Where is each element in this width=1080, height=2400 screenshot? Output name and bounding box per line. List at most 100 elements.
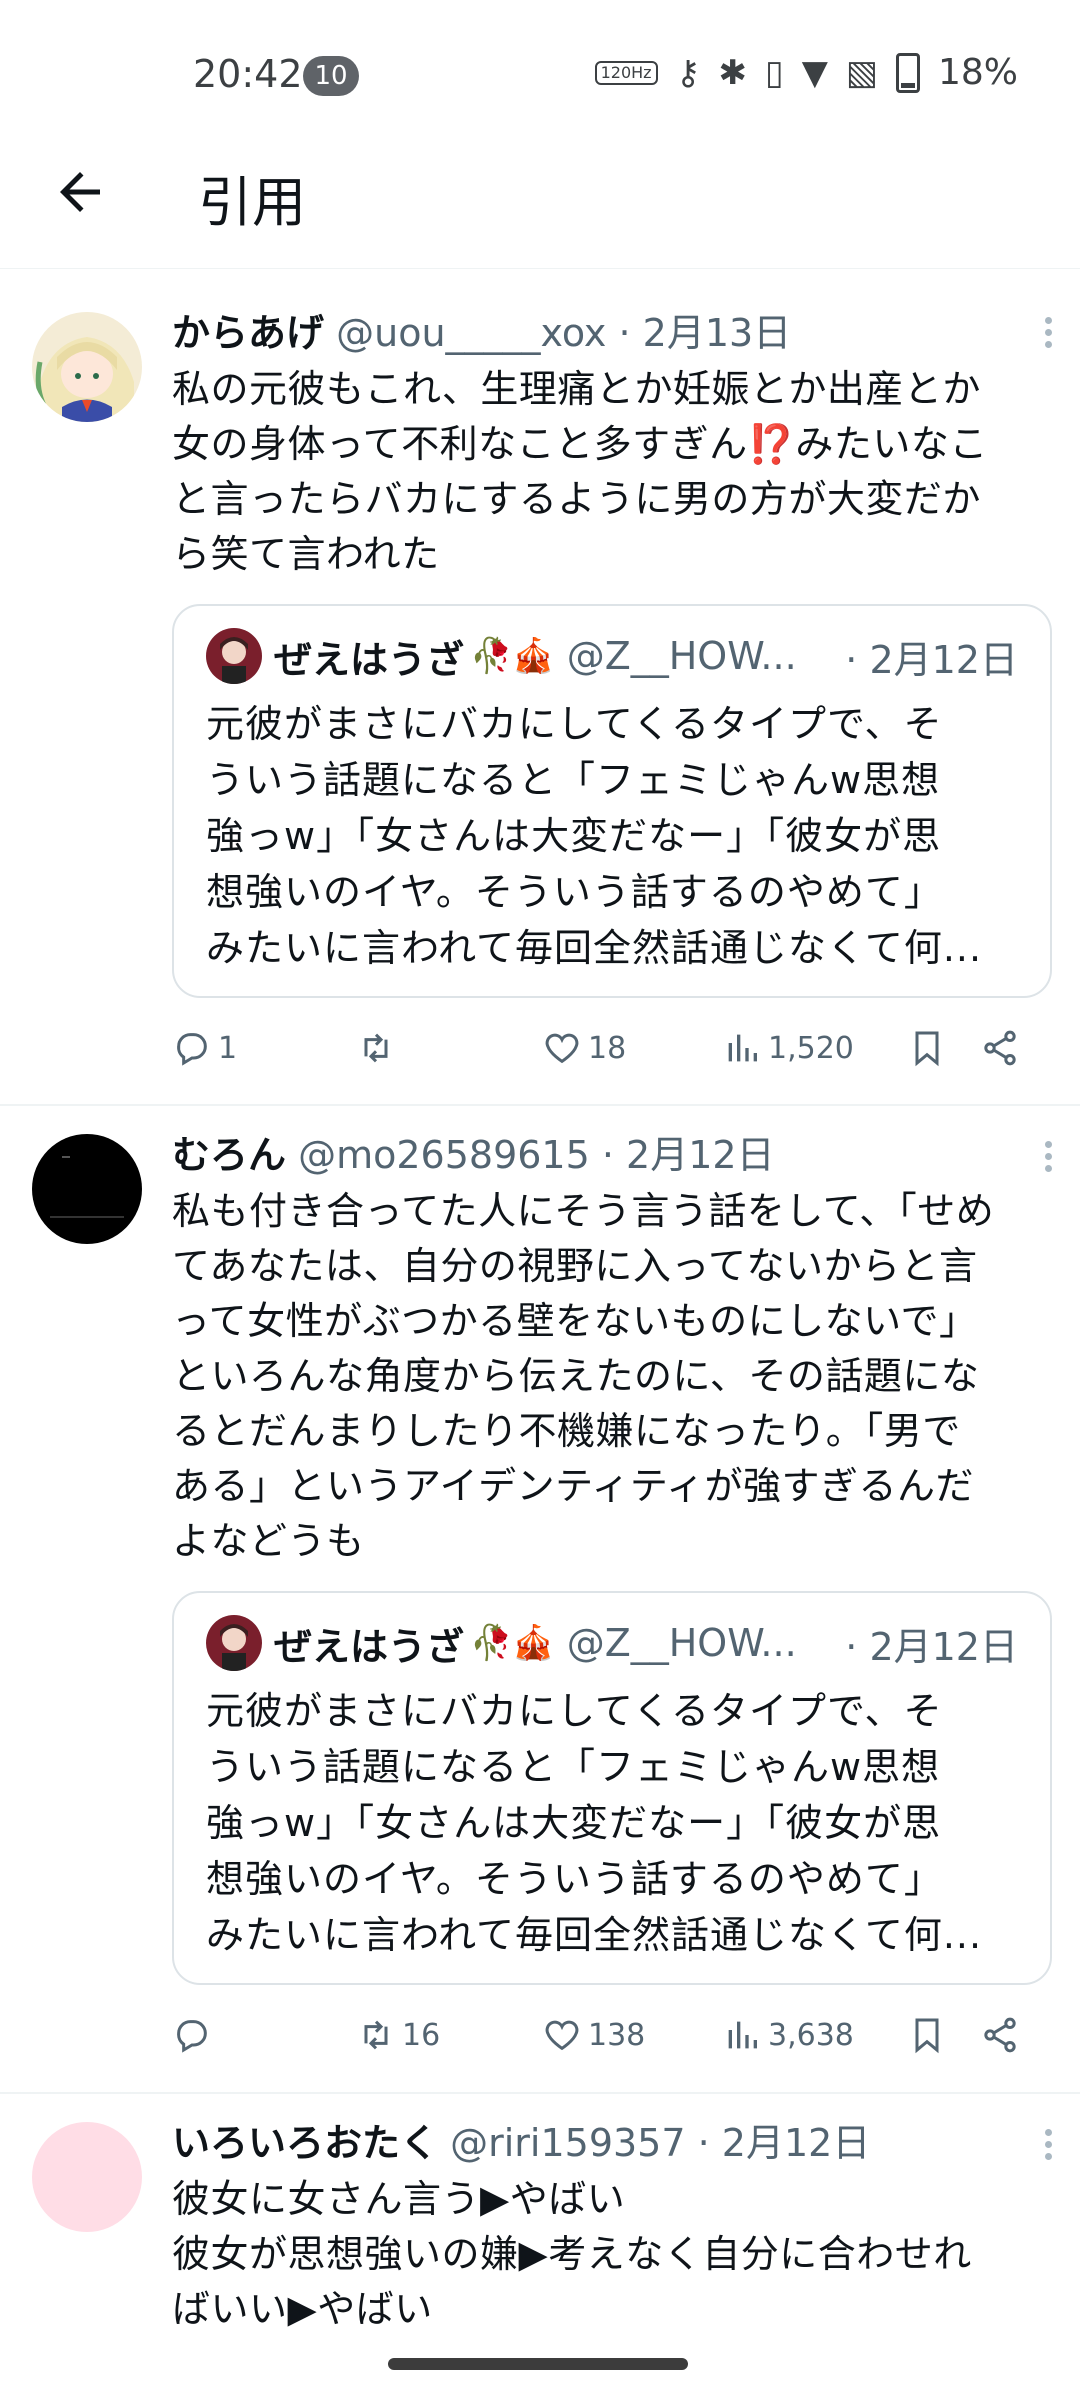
like-button[interactable]: 138 xyxy=(542,2015,645,2055)
text-line: ういう話題になると「フェミじゃんw思想 xyxy=(206,758,941,802)
reply-icon xyxy=(177,1033,207,1066)
quoted-tweet-header: ぜえはうざ 🥀🎪 @Z__HOW... · 2月12日 xyxy=(206,1615,1018,1671)
like-count: 18 xyxy=(588,1030,627,1066)
bookmark-button[interactable] xyxy=(907,1028,947,1068)
vibrate-icon: ▯ xyxy=(764,52,784,93)
bookmark-icon xyxy=(915,1031,939,1067)
tweet-text: 私の元彼もこれ、生理痛とか妊娠とか出産とか 女の身体って不利なこと多すぎん⁉️み… xyxy=(172,362,1050,582)
text-line: 想強いのイヤ。そういう話するのやめて」 xyxy=(206,1857,943,1901)
tweet-actions: 16 138 3,638 xyxy=(172,2015,1050,2075)
notification-count-badge: 10 xyxy=(303,56,359,96)
retweet-icon xyxy=(364,2020,388,2050)
views-icon xyxy=(728,1034,757,1062)
refresh-rate-icon: 120Hz xyxy=(594,60,658,85)
text-line: 女の身体って不利なこと多すぎん⁉️みたいなこ xyxy=(172,422,988,466)
author-name[interactable]: からあげ xyxy=(172,311,324,355)
text-line: 元彼がまさにバカにしてくるタイプで、そ xyxy=(206,1689,943,1733)
text-line: 想強いのイヤ。そういう話するのやめて」 xyxy=(206,870,943,914)
text-line: って女性がぶつかる壁をないものにしないで」 xyxy=(172,1299,978,1343)
share-icon xyxy=(984,1030,1016,1066)
reply-count: 1 xyxy=(218,1030,238,1066)
tweet-3[interactable]: いろいろおたく @riri159357 · 2月12日 彼女に女さん言う▶やばい… xyxy=(0,2094,1080,2400)
quoted-tweet-header: ぜえはうざ 🥀🎪 @Z__HOW... · 2月12日 xyxy=(206,628,1018,684)
views-count: 3,638 xyxy=(768,2017,854,2053)
text-line: みたいに言われて毎回全然話通じなくて何... xyxy=(206,926,983,970)
quoted-author-emoji: 🥀🎪 xyxy=(470,636,555,676)
tweet-date[interactable]: · 2月12日 xyxy=(602,1133,775,1177)
text-line: みたいに言われて毎回全然話通じなくて何... xyxy=(206,1913,983,1957)
text-line: 私も付き合ってた人にそう言う話をして、「せめ xyxy=(172,1189,995,1233)
like-button[interactable]: 18 xyxy=(542,1028,626,1068)
quoted-author-handle: @Z__HOW... xyxy=(566,1621,797,1665)
tweet-2[interactable]: むろん @mo26589615 · 2月12日 私も付き合ってた人にそう言う話を… xyxy=(0,1106,1080,2094)
author-handle[interactable]: @uou_____xox xyxy=(336,311,606,355)
views-button[interactable]: 1,520 xyxy=(722,1028,854,1068)
text-line: 強っw」「女さんは大変だなー」「彼女が思 xyxy=(206,1801,942,1845)
quoted-tweet-text: 元彼がまさにバカにしてくるタイプで、そ ういう話題になると「フェミじゃんw思想 … xyxy=(206,696,1018,976)
avatar[interactable] xyxy=(32,2122,142,2232)
tweet-date[interactable]: · 2月12日 xyxy=(698,2121,871,2165)
text-line: ばいい▶やばい xyxy=(172,2287,433,2331)
heart-icon xyxy=(545,2020,579,2051)
page-title: 引用 xyxy=(198,171,306,234)
views-count: 1,520 xyxy=(768,1030,854,1066)
retweet-button[interactable] xyxy=(356,1028,402,1068)
no-sim-icon: ▧ xyxy=(845,52,878,93)
text-line: と言ったらバカにするように男の方が大変だか xyxy=(172,477,981,521)
tweet-header: からあげ @uou_____xox · 2月13日 xyxy=(172,306,1050,360)
tweet-text: 私も付き合ってた人にそう言う話をして、「せめ てあなたは、自分の視野に入ってない… xyxy=(172,1184,1050,1569)
quoted-tweet-date: · 2月12日 xyxy=(845,637,1018,682)
status-time: 20:42 xyxy=(193,52,303,96)
arrow-left-icon[interactable] xyxy=(50,162,110,222)
author-name[interactable]: いろいろおたく xyxy=(172,2121,438,2165)
bookmark-icon xyxy=(915,2018,939,2054)
wifi-icon: ▼ xyxy=(801,52,828,93)
avatar[interactable] xyxy=(32,312,142,422)
text-line: てあなたは、自分の視野に入ってないからと言 xyxy=(172,1244,978,1288)
quoted-avatar xyxy=(206,628,262,684)
vpn-key-icon: ⚷ xyxy=(675,52,701,93)
bookmark-button[interactable] xyxy=(907,2015,947,2055)
text-line: 私の元彼もこれ、生理痛とか妊娠とか出産とか xyxy=(172,367,981,411)
like-count: 138 xyxy=(588,2017,646,2053)
quoted-tweet[interactable]: ぜえはうざ 🥀🎪 @Z__HOW... · 2月12日 元彼がまさにバカにしてく… xyxy=(172,1591,1052,1985)
tweet-text: 彼女に女さん言う▶やばい 彼女が思想強いの嫌▶考えなく自分に合わせれ ばいい▶や… xyxy=(172,2172,1050,2337)
quoted-tweet-date: · 2月12日 xyxy=(845,1624,1018,1669)
avatar[interactable] xyxy=(32,1134,142,1244)
battery-percent: 18% xyxy=(937,52,1018,93)
reply-button[interactable]: 1 xyxy=(172,1028,237,1068)
quoted-avatar xyxy=(206,1615,262,1671)
reply-icon xyxy=(177,2020,207,2053)
text-line: ういう話題になると「フェミじゃんw思想 xyxy=(206,1745,941,1789)
quoted-author-name: ぜえはうざ xyxy=(274,1624,465,1669)
quoted-author-handle: @Z__HOW... xyxy=(566,634,797,678)
top-app-bar: 引用 xyxy=(0,150,1080,269)
retweet-button[interactable]: 16 xyxy=(356,2015,440,2055)
share-button[interactable] xyxy=(980,2015,1020,2055)
author-handle[interactable]: @riri159357 xyxy=(450,2121,685,2165)
text-line: るとだんまりしたり不機嫌になったり。「男で xyxy=(172,1409,961,1453)
retweet-count: 16 xyxy=(402,2017,441,2053)
reply-button[interactable] xyxy=(172,2015,218,2055)
views-button[interactable]: 3,638 xyxy=(722,2015,854,2055)
tweet-header: むろん @mo26589615 · 2月12日 xyxy=(172,1128,1050,1182)
author-handle[interactable]: @mo26589615 xyxy=(298,1133,590,1177)
text-line: よなどうも xyxy=(172,1519,365,1563)
tweet-1[interactable]: からあげ @uou_____xox · 2月13日 私の元彼もこれ、生理痛とか妊… xyxy=(0,270,1080,1106)
quoted-tweet[interactable]: ぜえはうざ 🥀🎪 @Z__HOW... · 2月12日 元彼がまさにバカにしてく… xyxy=(172,604,1052,998)
author-name[interactable]: むろん xyxy=(172,1133,286,1177)
text-line: ある」というアイデンティティが強すぎるんだ xyxy=(172,1464,975,1508)
views-icon xyxy=(728,2021,757,2049)
tweet-date[interactable]: · 2月13日 xyxy=(619,311,792,355)
text-line: 強っw」「女さんは大変だなー」「彼女が思 xyxy=(206,814,942,858)
share-button[interactable] xyxy=(980,1028,1020,1068)
quoted-tweet-text: 元彼がまさにバカにしてくるタイプで、そ ういう話題になると「フェミじゃんw思想 … xyxy=(206,1683,1018,1963)
bluetooth-icon: ✱ xyxy=(718,52,747,93)
text-line: ら笑て言われた xyxy=(172,532,440,576)
text-line: 彼女が思想強いの嫌▶考えなく自分に合わせれ xyxy=(172,2232,972,2276)
quoted-author-emoji: 🥀🎪 xyxy=(470,1623,555,1663)
status-bar: 20:42 10 120Hz ⚷ ✱ ▯ ▼ ▧ 18% xyxy=(0,0,1080,150)
tweet-header: いろいろおたく @riri159357 · 2月12日 xyxy=(172,2116,1050,2170)
status-icons: 120Hz ⚷ ✱ ▯ ▼ ▧ 18% xyxy=(594,52,1018,93)
gesture-bar[interactable] xyxy=(388,2358,688,2370)
